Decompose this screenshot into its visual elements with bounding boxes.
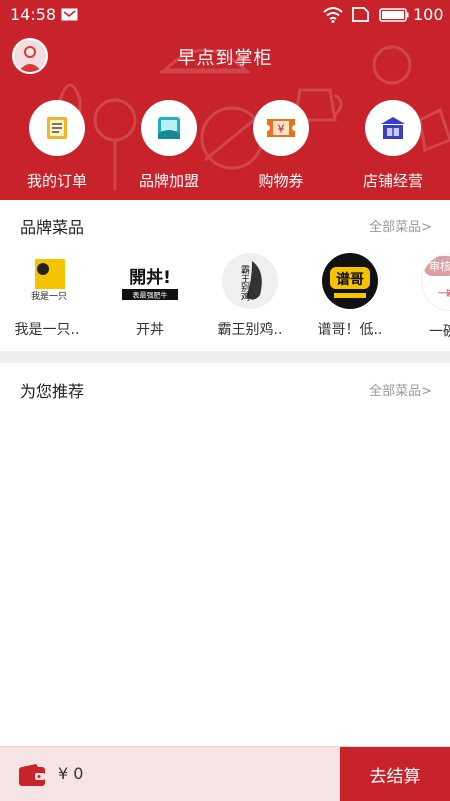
page-title: 早点到掌柜 <box>177 48 273 69</box>
review-badge: 审核 <box>424 256 450 276</box>
order-list-icon <box>47 117 67 139</box>
cart-bar: ¥ 0 去结算 <box>0 746 450 801</box>
checkout-button[interactable]: 去结算 <box>340 747 450 801</box>
brand-logo: 霸王别鸡 <box>222 253 278 309</box>
balance-amount: ¥ 0 <box>58 764 84 783</box>
brand-item[interactable]: 霸王别鸡 霸王别鸡.. <box>200 253 300 339</box>
brand-all-dishes-link[interactable]: 全部菜品> <box>369 216 432 235</box>
brand-name: 我是一只.. <box>14 322 80 338</box>
menu-my-orders[interactable]: 我的订单 <box>2 100 112 191</box>
brand-logo: 谱哥 <box>322 253 378 309</box>
brand-logo-text: 谱哥 <box>336 271 364 288</box>
section-divider <box>0 351 450 363</box>
brand-name: 谱哥！低.. <box>317 322 383 338</box>
brand-name: 开丼 <box>136 322 164 338</box>
brand-logo-subtext: 表最强肥牛 <box>133 291 168 300</box>
brand-logo: 開丼! 表最强肥牛 <box>120 253 180 309</box>
svg-text:¥: ¥ <box>278 123 285 136</box>
battery-icon <box>379 8 409 22</box>
menu-icon-circle <box>141 100 197 156</box>
menu-store-manage[interactable]: 店铺经营 <box>338 100 448 191</box>
battery-percent: 100 <box>413 5 444 24</box>
brand-logo-image: 谱哥 <box>330 267 370 298</box>
recommend-section-title: 为您推荐 <box>20 382 85 401</box>
store-manage-icon <box>381 117 405 139</box>
brand-logo-image: 我是一只 <box>31 259 67 302</box>
brand-item[interactable]: 開丼! 表最强肥牛 开丼 <box>100 253 200 339</box>
menu-icon-circle: ¥ <box>253 100 309 156</box>
menu-label: 购物券 <box>258 172 304 190</box>
status-bar: 14:58 100 <box>0 0 450 30</box>
brand-section-title: 品牌菜品 <box>20 218 85 237</box>
recommend-all-dishes-link[interactable]: 全部菜品> <box>369 380 432 399</box>
brand-logo-text: 我是一只 <box>31 291 67 302</box>
brand-logo-text: 霸王别鸡 <box>239 265 250 302</box>
header: 14:58 100 早点到掌柜 我的订单 品牌加盟 ¥ 购物券 店铺经营 <box>0 0 450 200</box>
brand-join-icon <box>158 117 180 139</box>
coupon-icon: ¥ <box>267 119 295 137</box>
brand-logo: 我是一只 <box>19 253 75 309</box>
brand-name: 霸王别鸡.. <box>217 322 283 338</box>
wallet-icon <box>19 764 45 786</box>
menu-icon-circle <box>365 100 421 156</box>
menu-coupon[interactable]: ¥ 购物券 <box>226 100 336 191</box>
brand-list: 我是一只 我是一只.. 開丼! 表最强肥牛 开丼 霸王别鸡 霸王别鸡.. 谱哥 … <box>0 253 450 343</box>
brand-logo-text: 開丼! <box>129 267 171 288</box>
brand-item[interactable]: 谱哥 谱哥！低.. <box>300 253 400 339</box>
sim-card-icon <box>352 7 369 22</box>
menu-label: 店铺经营 <box>362 172 423 190</box>
clock: 14:58 <box>10 5 57 24</box>
brand-item[interactable]: 我是一只 我是一只.. <box>0 253 97 339</box>
brand-logo-text: 一碗小 <box>438 288 450 298</box>
brand-logo-image: 開丼! 表最强肥牛 <box>122 267 178 300</box>
menu-label: 品牌加盟 <box>138 172 199 190</box>
wifi-icon <box>323 7 343 23</box>
brand-logo-image: 霸王别鸡 <box>239 261 262 302</box>
menu-brand-join[interactable]: 品牌加盟 <box>114 100 224 191</box>
menu-icon-circle <box>29 100 85 156</box>
brand-logo: 审核 一碗小 <box>421 253 450 311</box>
brand-item[interactable]: 审核 一碗小 一碗小 <box>400 253 450 341</box>
notification-icon <box>61 8 78 21</box>
brand-name: 一碗小 <box>429 324 450 340</box>
menu-label: 我的订单 <box>26 172 87 190</box>
